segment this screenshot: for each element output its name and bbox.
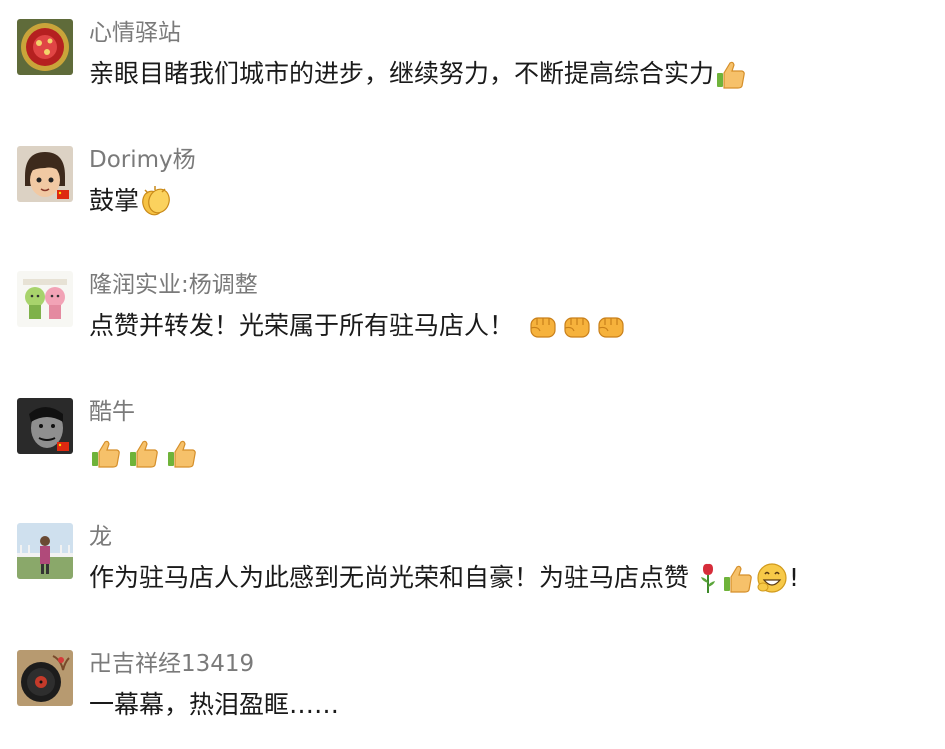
comment-item: 隆润实业:杨调整 点赞并转发！光荣属于所有驻马店人！ xyxy=(0,252,945,362)
comment-item: Dorimy杨 鼓掌 xyxy=(0,127,945,237)
thumbs-up-icon xyxy=(127,436,161,470)
comment-text: 鼓掌 xyxy=(89,184,173,218)
avatar[interactable] xyxy=(17,398,73,454)
avatar[interactable] xyxy=(17,523,73,579)
grinning-face-icon xyxy=(755,561,789,595)
avatar[interactable] xyxy=(17,19,73,75)
comment-item: 龙 作为驻马店人为此感到无尚光荣和自豪！为驻马店点赞 ! xyxy=(0,504,945,614)
comment-text: 点赞并转发！光荣属于所有驻马店人！ xyxy=(89,309,628,343)
thumbs-up-icon xyxy=(721,561,755,595)
fist-icon xyxy=(526,309,560,343)
clapping-hands-icon xyxy=(139,184,173,218)
username[interactable]: 隆润实业:杨调整 xyxy=(89,270,258,300)
comment-item: 酷牛 xyxy=(0,379,945,489)
avatar[interactable] xyxy=(17,146,73,202)
comment-text-content: 亲眼目睹我们城市的进步，继续努力，不断提高综合实力 xyxy=(89,59,715,88)
comment-text-content: 鼓掌 xyxy=(89,186,140,215)
fist-icon xyxy=(560,309,594,343)
avatar[interactable] xyxy=(17,271,73,327)
thumbs-up-icon xyxy=(165,436,199,470)
avatar[interactable] xyxy=(17,650,73,706)
comment-item: 心情驿站 亲眼目睹我们城市的进步，继续努力，不断提高综合实力 xyxy=(0,0,945,110)
thumbs-up-icon xyxy=(89,436,123,470)
thumbs-up-icon xyxy=(714,57,748,91)
comment-item: 卍吉祥经13419 一幕幕，热泪盈眶…… xyxy=(0,631,945,741)
comment-text-content: 一幕幕，热泪盈眶…… xyxy=(89,690,340,719)
comment-text-suffix: ! xyxy=(789,563,800,592)
comment-text: 亲眼目睹我们城市的进步，继续努力，不断提高综合实力 xyxy=(89,57,748,91)
comment-text-content: 作为驻马店人为此感到无尚光荣和自豪！为驻马店点赞 xyxy=(89,563,690,592)
fist-icon xyxy=(594,309,628,343)
comment-text: 一幕幕，热泪盈眶…… xyxy=(89,688,339,722)
username[interactable]: 酷牛 xyxy=(89,397,135,427)
rose-icon xyxy=(695,561,721,595)
comment-text: 作为驻马店人为此感到无尚光荣和自豪！为驻马店点赞 ! xyxy=(89,561,799,595)
username[interactable]: 龙 xyxy=(89,522,112,552)
username[interactable]: Dorimy杨 xyxy=(89,145,196,175)
comment-text-content: 点赞并转发！光荣属于所有驻马店人！ xyxy=(89,311,515,340)
username[interactable]: 心情驿站 xyxy=(89,18,181,48)
username[interactable]: 卍吉祥经13419 xyxy=(89,649,254,679)
comment-text xyxy=(89,436,199,470)
